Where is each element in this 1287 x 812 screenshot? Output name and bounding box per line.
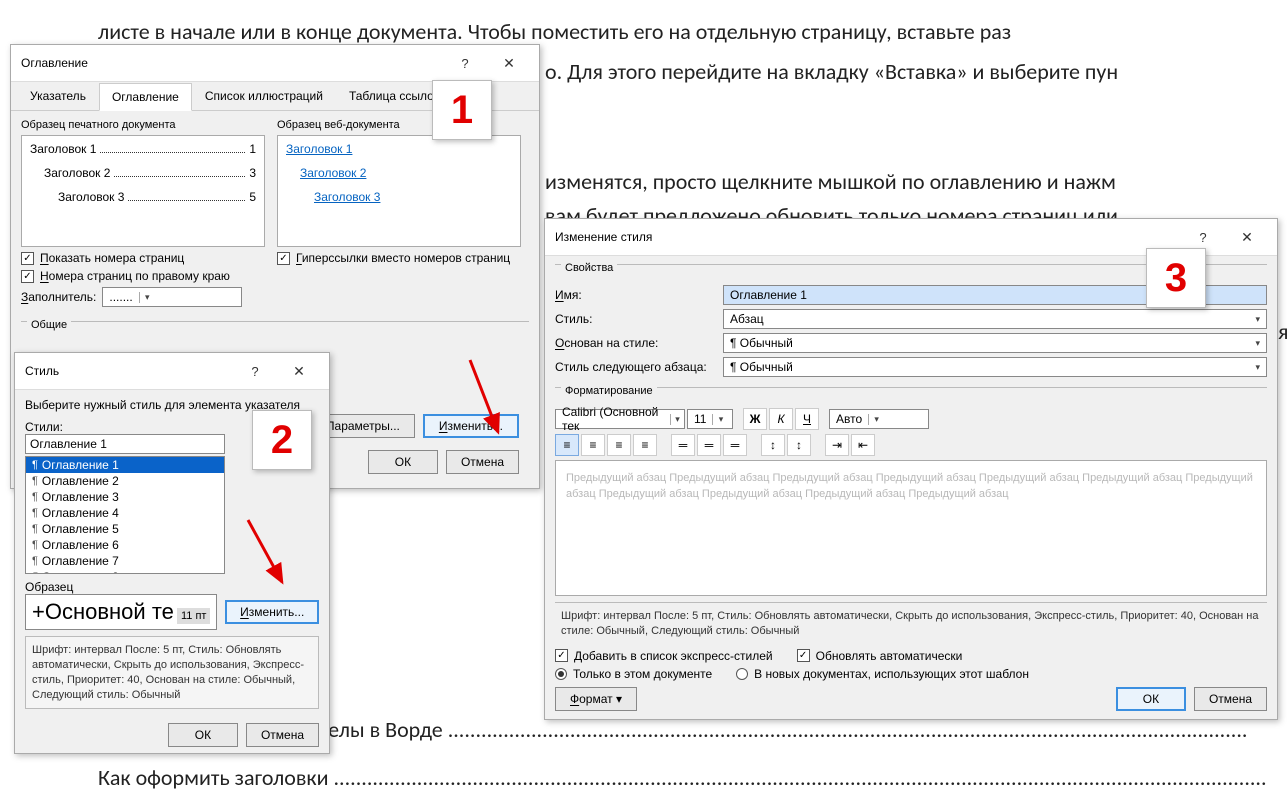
help-button[interactable]: ?: [1183, 225, 1223, 249]
sample-box: +Основной те 11 пт: [25, 594, 217, 630]
web-item-1[interactable]: Заголовок 1: [286, 142, 512, 156]
list-item[interactable]: ¶Оглавление 7: [26, 553, 224, 569]
list-item[interactable]: ¶Оглавление 1: [26, 457, 224, 473]
right-align-checkbox[interactable]: ✓Номера страниц по правому краю: [21, 269, 265, 283]
props-label: Свойства: [561, 262, 617, 274]
hyperlinks-checkbox[interactable]: ✓Гиперссылки вместо номеров страниц: [277, 251, 521, 265]
toc-ok-button[interactable]: ОК: [368, 450, 438, 474]
callout-1: 1: [432, 80, 492, 140]
style-title-bar: Стиль ? ✕: [15, 353, 329, 390]
add-quick-checkbox[interactable]: ✓Добавить в список экспресс-стилей: [555, 649, 773, 663]
web-preview: Заголовок 1 Заголовок 2 Заголовок 3: [277, 135, 521, 247]
style-ok-button[interactable]: ОК: [168, 723, 238, 747]
toc-cancel-button[interactable]: Отмена: [446, 450, 519, 474]
based-combo[interactable]: ¶ Обычный▾: [723, 333, 1267, 353]
list-item[interactable]: ¶Оглавление 2: [26, 473, 224, 489]
style-title: Стиль: [25, 364, 59, 378]
align-right-button[interactable]: ≡: [607, 434, 631, 456]
arrow-to-modify-1: [460, 360, 520, 453]
style-description: Шрифт: интервал После: 5 пт, Стиль: Обно…: [25, 636, 319, 709]
italic-button[interactable]: К: [769, 408, 793, 430]
paragraph-preview: Предыдущий абзац Предыдущий абзац Предыд…: [555, 460, 1267, 596]
bg-line-3: изменятся, просто щелкните мышкой по огл…: [545, 168, 1116, 195]
auto-update-checkbox[interactable]: ✓Обновлять автоматически: [797, 649, 963, 663]
type-combo[interactable]: Абзац▾: [723, 309, 1267, 329]
tab-figures[interactable]: Список иллюстраций: [192, 82, 336, 110]
help-button[interactable]: ?: [235, 359, 275, 383]
line-spacing-1-button[interactable]: ═: [671, 434, 695, 456]
size-combo[interactable]: 11▾: [687, 409, 733, 429]
bg-line-2: о. Для этого перейдите на вкладку «Встав…: [545, 58, 1118, 85]
bg-line-5: я: [1278, 318, 1287, 345]
format-button[interactable]: Формат ▾: [555, 687, 637, 711]
print-preview-label: Образец печатного документа: [21, 119, 265, 131]
print-item-2: Заголовок 23: [30, 166, 256, 180]
list-item[interactable]: ¶Оглавление 5: [26, 521, 224, 537]
only-doc-radio[interactable]: Только в этом документе: [555, 667, 712, 681]
bg-line-1: листе в начале или в конце документа. Чт…: [98, 18, 1011, 45]
align-justify-button[interactable]: ≡: [633, 434, 657, 456]
leader-dots: ........................................…: [443, 716, 1248, 743]
format-label: Форматирование: [561, 385, 657, 397]
space-before-inc-button[interactable]: ↕: [761, 434, 785, 456]
tab-toc[interactable]: Оглавление: [99, 83, 192, 111]
close-button[interactable]: ✕: [279, 359, 319, 383]
list-item[interactable]: ¶Оглавление 8: [26, 569, 224, 574]
color-combo[interactable]: Авто▾: [829, 409, 929, 429]
next-combo[interactable]: ¶ Обычный▾: [723, 357, 1267, 377]
web-item-3[interactable]: Заголовок 3: [286, 190, 512, 204]
align-left-button[interactable]: ≡: [555, 434, 579, 456]
close-button[interactable]: ✕: [489, 51, 529, 75]
underline-button[interactable]: Ч: [795, 408, 819, 430]
web-item-2[interactable]: Заголовок 2: [286, 166, 512, 180]
toc-title-bar: Оглавление ? ✕: [11, 45, 539, 82]
list-item[interactable]: ¶Оглавление 6: [26, 537, 224, 553]
space-before-dec-button[interactable]: ↕: [787, 434, 811, 456]
leader-combo[interactable]: .......▾: [102, 287, 242, 307]
list-item[interactable]: ¶Оглавление 4: [26, 505, 224, 521]
callout-3: 3: [1146, 248, 1206, 308]
list-item[interactable]: ¶Оглавление 3: [26, 489, 224, 505]
leader-row: Заполнитель: .......▾: [21, 287, 265, 307]
style-input[interactable]: Оглавление 1: [25, 434, 225, 454]
bold-button[interactable]: Ж: [743, 408, 767, 430]
callout-2: 2: [252, 410, 312, 470]
indent-dec-button[interactable]: ⇤: [851, 434, 875, 456]
tab-index[interactable]: Указатель: [17, 82, 99, 110]
style-modify-button[interactable]: Изменить...: [225, 600, 319, 624]
modify-title: Изменение стиля: [555, 230, 652, 244]
style-cancel-button[interactable]: Отмена: [246, 723, 319, 747]
new-docs-radio[interactable]: В новых документах, использующих этот ша…: [736, 667, 1029, 681]
close-button[interactable]: ✕: [1227, 225, 1267, 249]
general-label: Общие: [27, 319, 71, 331]
print-preview: Заголовок 11 Заголовок 23 Заголовок 35: [21, 135, 265, 247]
bg-bottom-2: Как оформить заголовки .................…: [98, 764, 1267, 791]
modify-description: Шрифт: интервал После: 5 пт, Стиль: Обно…: [555, 602, 1267, 645]
style-list[interactable]: ¶Оглавление 1 ¶Оглавление 2 ¶Оглавление …: [25, 456, 225, 574]
modify-ok-button[interactable]: ОК: [1116, 687, 1186, 711]
show-pages-checkbox[interactable]: ✓Показать номера страниц: [21, 251, 265, 265]
help-button[interactable]: ?: [445, 51, 485, 75]
align-center-button[interactable]: ≡: [581, 434, 605, 456]
font-combo[interactable]: Calibri (Основной тек▾: [555, 409, 685, 429]
line-spacing-2-button[interactable]: ═: [697, 434, 721, 456]
leader-dots: ........................................…: [329, 764, 1267, 791]
print-item-3: Заголовок 35: [30, 190, 256, 204]
line-spacing-3-button[interactable]: ═: [723, 434, 747, 456]
modify-cancel-button[interactable]: Отмена: [1194, 687, 1267, 711]
toc-title: Оглавление: [21, 56, 88, 70]
arrow-to-modify-2: [240, 520, 310, 603]
indent-inc-button[interactable]: ⇥: [825, 434, 849, 456]
print-item-1: Заголовок 11: [30, 142, 256, 156]
